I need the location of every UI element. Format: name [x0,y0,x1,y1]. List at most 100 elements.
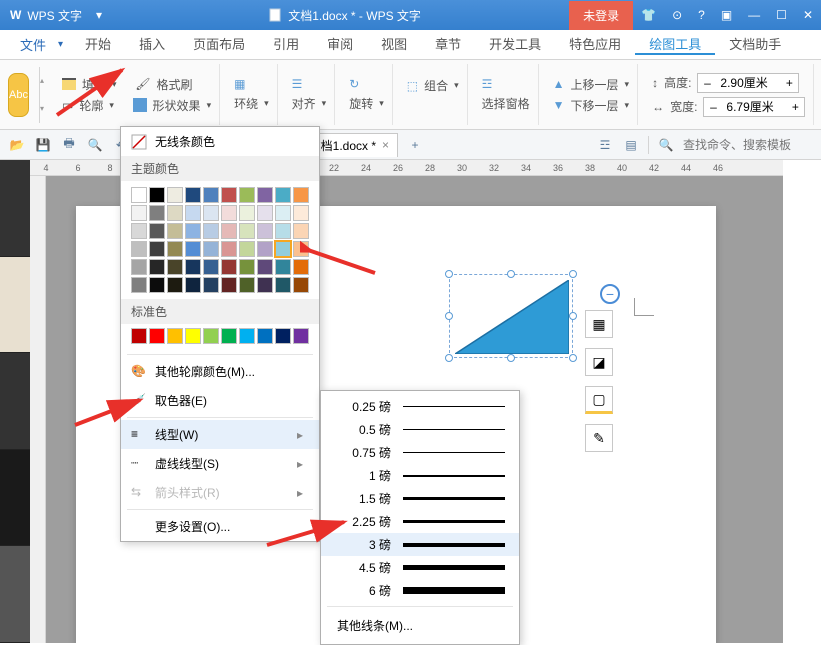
color-swatch[interactable] [167,241,183,257]
height-minus-button[interactable]: – [698,74,716,92]
color-swatch[interactable] [185,205,201,221]
color-swatch[interactable] [257,223,273,239]
color-swatch[interactable] [185,223,201,239]
menu-tab-4[interactable]: 审阅 [313,34,367,55]
login-button[interactable]: 未登录 [569,1,633,30]
weight-option[interactable]: 0.25 磅 [321,395,519,418]
search-icon[interactable]: 🔍 [657,136,675,154]
color-swatch[interactable] [203,205,219,221]
color-swatch[interactable] [239,277,255,293]
chevron-down-icon[interactable]: ▾ [207,100,212,111]
color-swatch[interactable] [203,241,219,257]
color-swatch[interactable] [221,277,237,293]
no-line-item[interactable]: 无线条颜色 [121,127,319,156]
menu-tab-2[interactable]: 页面布局 [179,34,259,55]
panel2-icon[interactable]: ▤ [622,136,640,154]
format-painter-label[interactable]: 格式刷 [156,76,192,93]
color-swatch[interactable] [203,187,219,203]
menu-tab-10[interactable]: 文档助手 [715,34,795,55]
color-swatch[interactable] [257,187,273,203]
help-icon[interactable]: ? [690,8,713,22]
color-swatch[interactable] [131,241,147,257]
color-swatch[interactable] [185,328,201,344]
color-swatch[interactable] [221,328,237,344]
collapse-float-icon[interactable]: − [600,284,620,304]
color-swatch[interactable] [275,187,291,203]
panel-icon[interactable]: ☲ [596,136,614,154]
width-spinner[interactable]: – + [703,97,805,117]
color-swatch[interactable] [221,259,237,275]
color-swatch[interactable] [167,223,183,239]
weight-option[interactable]: 6 磅 [321,579,519,602]
color-swatch[interactable] [167,187,183,203]
select-pane-button[interactable]: 选择窗格 [482,95,530,112]
chevron-down-icon[interactable]: ▾ [112,79,117,90]
fill-button[interactable]: 填充▾ 🖌格式刷 [62,76,211,93]
color-swatch[interactable] [131,259,147,275]
chevron-down-icon[interactable]: ▾ [109,100,114,111]
color-swatch[interactable] [167,205,183,221]
color-swatch[interactable] [221,223,237,239]
selected-shape[interactable] [455,280,569,354]
skin-icon[interactable]: 👕 [633,8,664,22]
color-swatch[interactable] [257,241,273,257]
tab-close-icon[interactable]: × [382,138,389,152]
file-menu[interactable]: 文件 [8,35,58,54]
color-swatch[interactable] [149,328,165,344]
color-swatch[interactable] [239,205,255,221]
color-swatch[interactable] [203,277,219,293]
color-swatch[interactable] [149,277,165,293]
color-swatch[interactable] [149,241,165,257]
menu-tab-6[interactable]: 章节 [421,34,475,55]
color-swatch[interactable] [275,241,291,257]
color-swatch[interactable] [185,277,201,293]
menu-tab-8[interactable]: 特色应用 [555,34,635,55]
color-swatch[interactable] [293,187,309,203]
color-swatch[interactable] [257,277,273,293]
arrows-item[interactable]: ⇆ 箭头样式(R) ▸ [121,478,319,507]
width-plus-button[interactable]: + [786,98,804,116]
color-swatch[interactable] [203,223,219,239]
feedback-icon[interactable]: ⊙ [664,8,690,22]
color-swatch[interactable] [131,277,147,293]
height-plus-button[interactable]: + [780,74,798,92]
color-swatch[interactable] [239,223,255,239]
weight-item[interactable]: ≡ 线型(W) ▸ [121,420,319,449]
bring-forward-button[interactable]: ▲上移一层▾ [553,76,629,93]
menu-tab-9[interactable]: 绘图工具 [635,34,715,55]
width-input[interactable] [722,98,786,116]
color-swatch[interactable] [203,259,219,275]
close-icon[interactable]: ✕ [795,8,821,22]
more-settings-item[interactable]: 更多设置(O)... [121,512,319,541]
color-swatch[interactable] [131,205,147,221]
height-input[interactable] [716,74,780,92]
shape-effects-tool-icon[interactable]: ✎ [585,424,613,452]
color-swatch[interactable] [149,205,165,221]
compact-icon[interactable]: ▣ [713,8,740,22]
color-swatch[interactable] [257,328,273,344]
weight-option[interactable]: 1.5 磅 [321,487,519,510]
color-swatch[interactable] [239,259,255,275]
color-swatch[interactable] [275,223,291,239]
color-swatch[interactable] [149,259,165,275]
color-swatch[interactable] [293,328,309,344]
color-swatch[interactable] [257,259,273,275]
menu-tab-3[interactable]: 引用 [259,34,313,55]
minimize-icon[interactable]: — [740,8,768,22]
more-lines-item[interactable]: 其他线条(M)... [321,611,519,640]
color-swatch[interactable] [167,277,183,293]
shape-style-preview[interactable]: Abc [8,73,29,117]
color-swatch[interactable] [293,205,309,221]
color-swatch[interactable] [221,187,237,203]
chevron-up-icon[interactable]: ▴ [40,76,44,85]
color-swatch[interactable] [167,328,183,344]
color-swatch[interactable] [185,187,201,203]
color-swatch[interactable] [239,241,255,257]
color-swatch[interactable] [167,259,183,275]
color-swatch[interactable] [293,241,309,257]
weight-option[interactable]: 1 磅 [321,464,519,487]
menu-tab-5[interactable]: 视图 [367,34,421,55]
color-swatch[interactable] [275,328,291,344]
app-menu-dropdown-icon[interactable]: ▾ [88,8,110,22]
color-swatch[interactable] [275,259,291,275]
